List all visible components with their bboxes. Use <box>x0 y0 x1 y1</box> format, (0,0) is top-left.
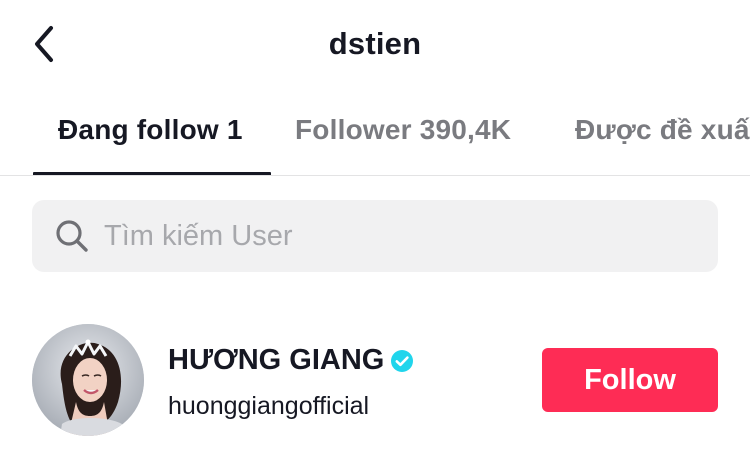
search-bar[interactable] <box>32 200 718 272</box>
verified-badge-icon <box>391 349 414 372</box>
tab-suggested[interactable]: Được đề xuất <box>575 114 750 146</box>
following-screen: dstien Đang follow 1 Follower 390,4K Đượ… <box>0 0 750 466</box>
top-bar: dstien <box>0 0 750 90</box>
user-list-item[interactable]: HƯƠNG GIANG huonggiangofficial Follow <box>0 318 750 444</box>
search-icon <box>56 220 88 252</box>
tab-following[interactable]: Đang follow 1 <box>58 114 243 146</box>
user-display-name[interactable]: HƯƠNG GIANG <box>168 344 414 377</box>
follow-button[interactable]: Follow <box>542 348 718 412</box>
tab-followers[interactable]: Follower 390,4K <box>295 114 511 146</box>
avatar-image <box>32 324 144 436</box>
page-title: dstien <box>328 26 422 61</box>
user-handle: huonggiangofficial <box>168 392 370 420</box>
avatar[interactable] <box>32 324 144 436</box>
tab-bar: Đang follow 1 Follower 390,4K Được đề xu… <box>0 100 750 176</box>
active-tab-indicator <box>33 172 271 175</box>
search-input[interactable] <box>104 219 684 253</box>
user-display-name-text: HƯƠNG GIANG <box>168 344 385 376</box>
